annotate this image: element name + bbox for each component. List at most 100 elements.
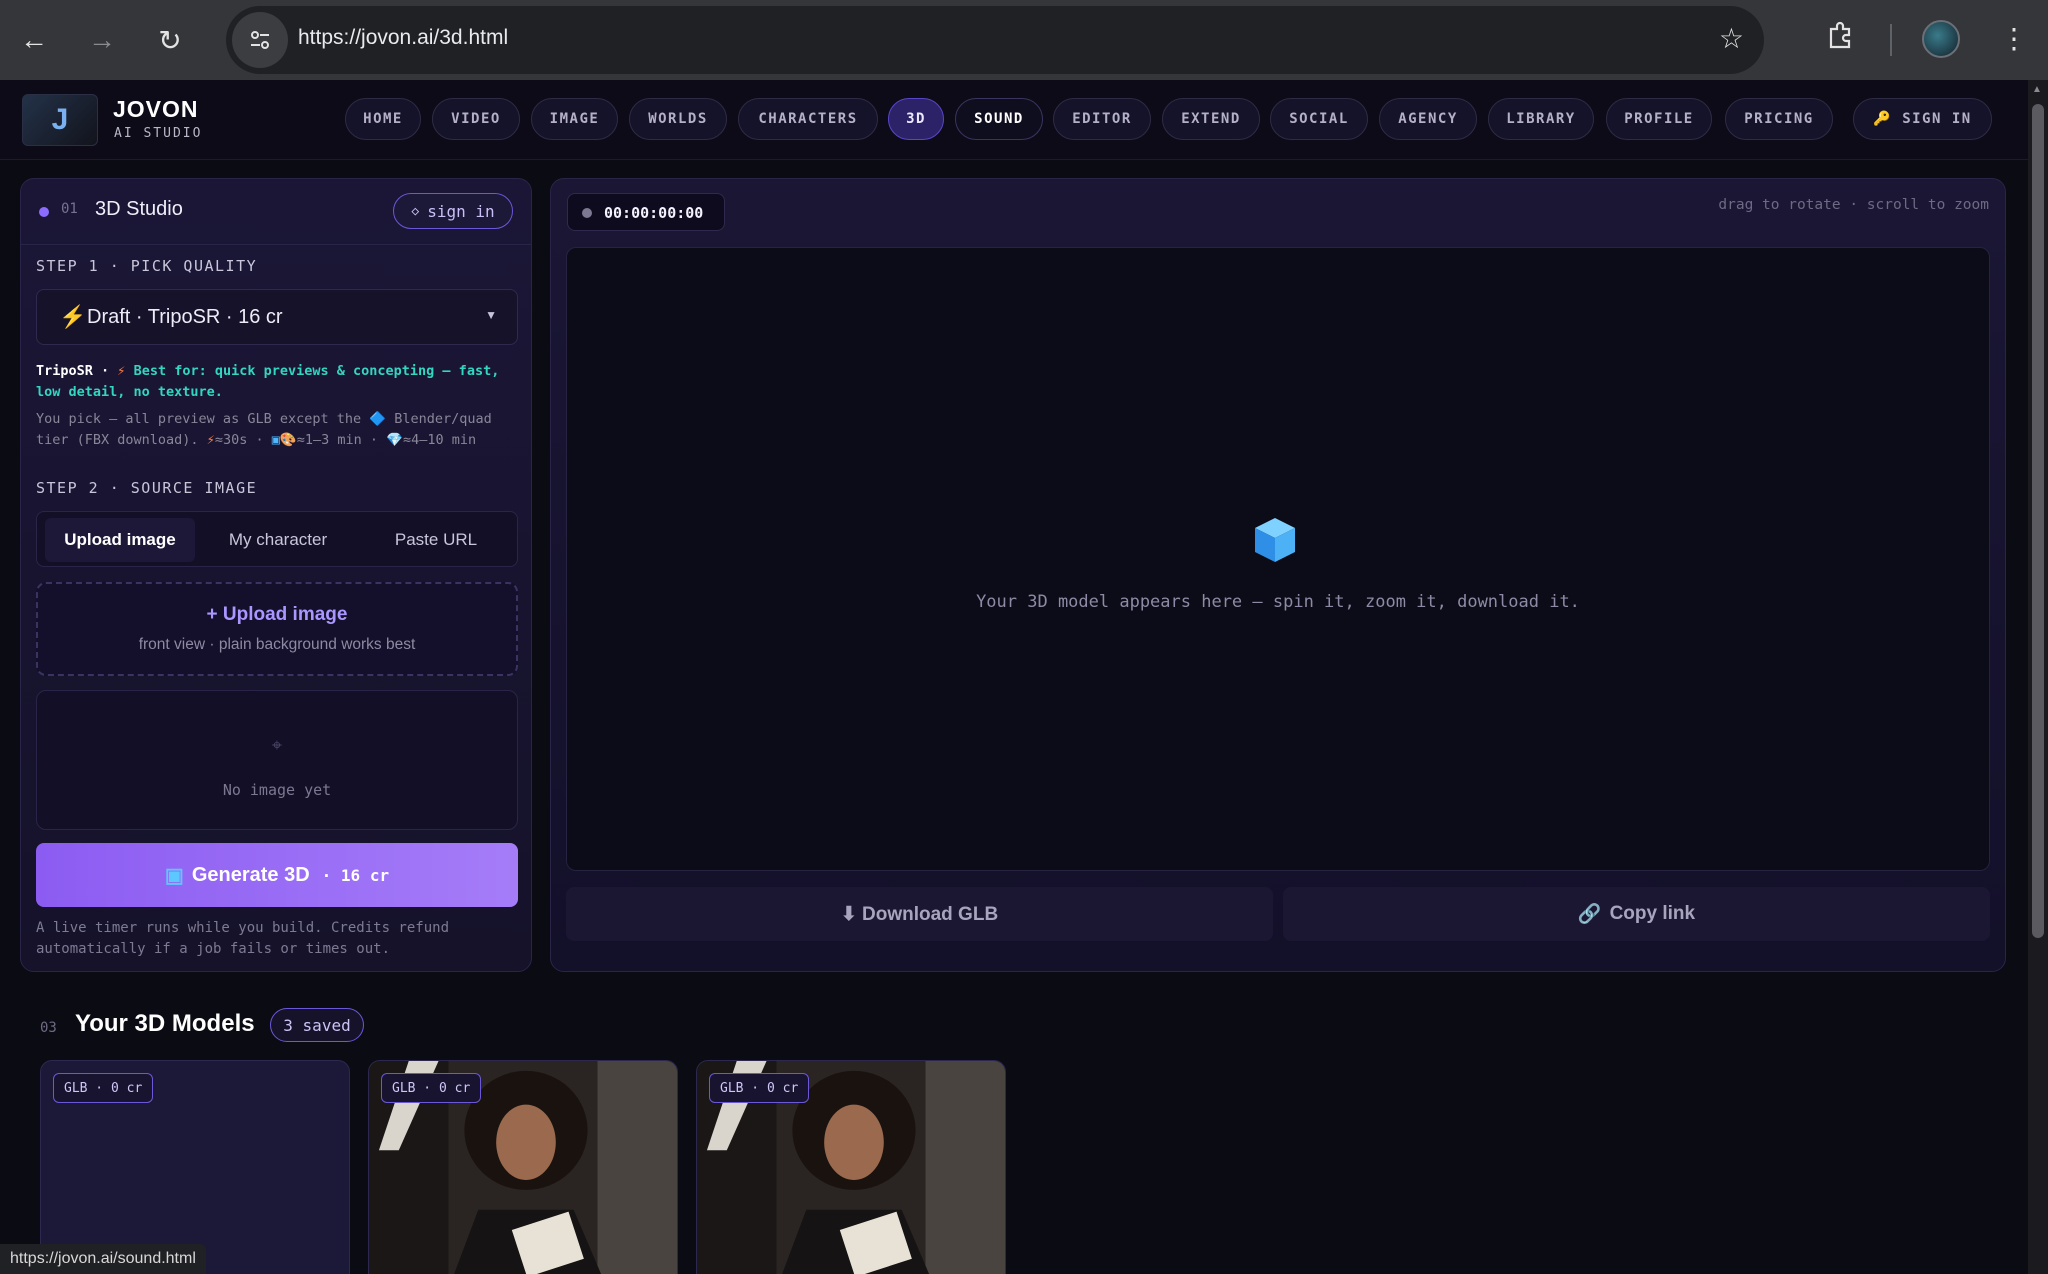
nav-video[interactable]: VIDEO (432, 98, 520, 140)
diamond-icon: 🔷 (369, 411, 387, 427)
brand-logo[interactable]: J (22, 94, 98, 146)
saved-count-badge: 3 saved (270, 1008, 364, 1042)
site-settings-icon[interactable] (232, 12, 288, 68)
lightning-icon: ⚡ (59, 304, 87, 329)
nav-sign-in-label: SIGN IN (1902, 111, 1972, 127)
timer-dot (582, 208, 592, 218)
nav-profile[interactable]: PROFILE (1606, 98, 1712, 140)
generate-cost: · 16 cr (321, 865, 390, 885)
panel-sign-in-button[interactable]: ◇ sign in (393, 193, 513, 229)
nav-library[interactable]: LIBRARY (1488, 98, 1594, 140)
viewer-hint: drag to rotate · scroll to zoom (1718, 197, 1989, 213)
nav-home[interactable]: HOME (345, 98, 421, 140)
credits-footnote: A live timer runs while you build. Credi… (36, 920, 450, 957)
back-icon[interactable]: ← (14, 20, 54, 60)
tier-note: You pick — all preview as GLB except the… (36, 409, 518, 451)
address-bar[interactable]: https://jovon.ai/3d.html ☆ (226, 6, 1764, 74)
url-text[interactable]: https://jovon.ai/3d.html (298, 26, 508, 50)
quality-select[interactable]: ⚡ Draft · TripoSR · 16 cr ▼ (36, 289, 518, 345)
upload-dropzone[interactable]: + Upload image front view · plain backgr… (36, 582, 518, 676)
format-badge: GLB · 0 cr (53, 1073, 154, 1103)
download-glb-button[interactable]: ⬇ Download GLB (566, 887, 1273, 941)
scrollbar-thumb[interactable] (2032, 104, 2044, 938)
nav-pricing[interactable]: PRICING (1725, 98, 1833, 140)
cube-icon: ▣ (271, 432, 280, 448)
forward-icon[interactable]: → (82, 20, 122, 60)
tier-description: TripoSR · ⚡ Best for: quick previews & c… (36, 361, 518, 403)
generate-label: Generate 3D (191, 863, 310, 886)
step1-label: STEP 1 · PICK QUALITY (36, 257, 258, 275)
quality-select-value: Draft · TripoSR · 16 cr (87, 306, 283, 328)
nav-sign-in-button[interactable]: 🔑 SIGN IN (1853, 98, 1992, 140)
nav-extend[interactable]: EXTEND (1162, 98, 1260, 140)
site-header: J JOVON AI STUDIO HOME VIDEO IMAGE WORLD… (0, 80, 2028, 160)
toolbar-divider (1890, 24, 1892, 56)
panel-header: 01 3D Studio ◇ sign in (21, 179, 531, 245)
tab-my-character[interactable]: My character (203, 518, 353, 562)
note-part-c: ≈30s · (214, 432, 264, 448)
timer-value: 00:00:00:00 (604, 204, 704, 222)
brand-subtitle: AI STUDIO (114, 126, 203, 141)
upload-hint: front view · plain background works best (138, 636, 416, 653)
model-card[interactable]: GLB · 0 cr (40, 1060, 350, 1274)
brand-name[interactable]: JOVON (113, 96, 199, 123)
copy-link-button[interactable]: 🔗 Copy link (1283, 887, 1990, 941)
model-card[interactable]: GLB · 0 cr (696, 1060, 1006, 1274)
cube-icon (1255, 518, 1295, 562)
tab-paste-url[interactable]: Paste URL (361, 518, 511, 562)
cube-icon: ▣ (164, 864, 184, 887)
note-part-e: ≈4–10 min (402, 432, 477, 448)
panel-sign-in-label: sign in (427, 201, 495, 221)
generate-3d-button[interactable]: ▣ Generate 3D · 16 cr (36, 843, 518, 907)
format-badge: GLB · 0 cr (709, 1073, 810, 1103)
menu-kebab-icon[interactable]: ⋮ (2000, 22, 2028, 55)
lightning-icon: ⚡ (206, 432, 215, 448)
palette-icon: 🎨 (279, 432, 297, 448)
image-preview: ⌖ No image yet (36, 690, 518, 830)
section-number: 01 (61, 201, 78, 217)
status-bar-url: https://jovon.ai/sound.html (0, 1244, 206, 1274)
key-icon: 🔑 (1873, 111, 1893, 127)
chevron-down-icon: ▼ (485, 308, 497, 322)
nav-social[interactable]: SOCIAL (1270, 98, 1368, 140)
diamond-icon: ◇ (411, 203, 420, 219)
nav-characters[interactable]: CHARACTERS (738, 98, 878, 140)
note-part-d: ≈1–3 min · (296, 432, 378, 448)
nav-agency[interactable]: AGENCY (1379, 98, 1477, 140)
scroll-up-icon[interactable]: ▲ (2032, 84, 2042, 95)
copy-link-label: Copy link (1609, 903, 1696, 924)
reload-icon[interactable]: ↻ (150, 20, 190, 60)
studio-panel: 01 3D Studio ◇ sign in STEP 1 · PICK QUA… (20, 178, 532, 972)
nav-sound[interactable]: SOUND (955, 98, 1043, 140)
lightning-icon: ⚡ (117, 363, 126, 379)
build-timer: 00:00:00:00 (567, 193, 725, 231)
model-card[interactable]: GLB · 0 cr (368, 1060, 678, 1274)
nav-worlds[interactable]: WORLDS (629, 98, 727, 140)
bookmark-star-icon[interactable]: ☆ (1719, 22, 1744, 55)
nav-image[interactable]: IMAGE (531, 98, 618, 140)
section-number: 03 (40, 1020, 57, 1036)
viewer-panel: 00:00:00:00 drag to rotate · scroll to z… (550, 178, 2006, 972)
status-dot (39, 207, 49, 217)
tab-upload-image[interactable]: Upload image (45, 518, 195, 562)
source-tabs: Upload image My character Paste URL (36, 511, 518, 567)
profile-avatar[interactable] (1922, 20, 1960, 58)
nav-editor[interactable]: EDITOR (1053, 98, 1151, 140)
scrollbar[interactable]: ▲ (2028, 80, 2048, 1274)
logo-letter: J (51, 103, 69, 136)
section-title: Your 3D Models (75, 1010, 255, 1037)
browser-toolbar: ← → ↻ https://jovon.ai/3d.html ☆ ⋮ (0, 0, 2048, 80)
gem-icon: 💎 (386, 432, 403, 448)
extensions-icon[interactable] (1826, 20, 1856, 55)
page: J JOVON AI STUDIO HOME VIDEO IMAGE WORLD… (0, 80, 2028, 1274)
3d-viewer[interactable]: Your 3D model appears here — spin it, zo… (566, 247, 1990, 871)
upload-title: + Upload image (206, 604, 348, 625)
nav-3d[interactable]: 3D (888, 98, 944, 140)
note-part-a: You pick — all preview as GLB except the (36, 411, 362, 427)
step2-label: STEP 2 · SOURCE IMAGE (36, 479, 258, 497)
preview-empty-text: No image yet (222, 781, 332, 799)
tier-name: TripoSR · (36, 363, 110, 379)
link-icon: 🔗 (1577, 904, 1602, 925)
panel-title: 3D Studio (95, 198, 183, 220)
viewer-placeholder-text: Your 3D model appears here — spin it, zo… (976, 592, 1580, 612)
